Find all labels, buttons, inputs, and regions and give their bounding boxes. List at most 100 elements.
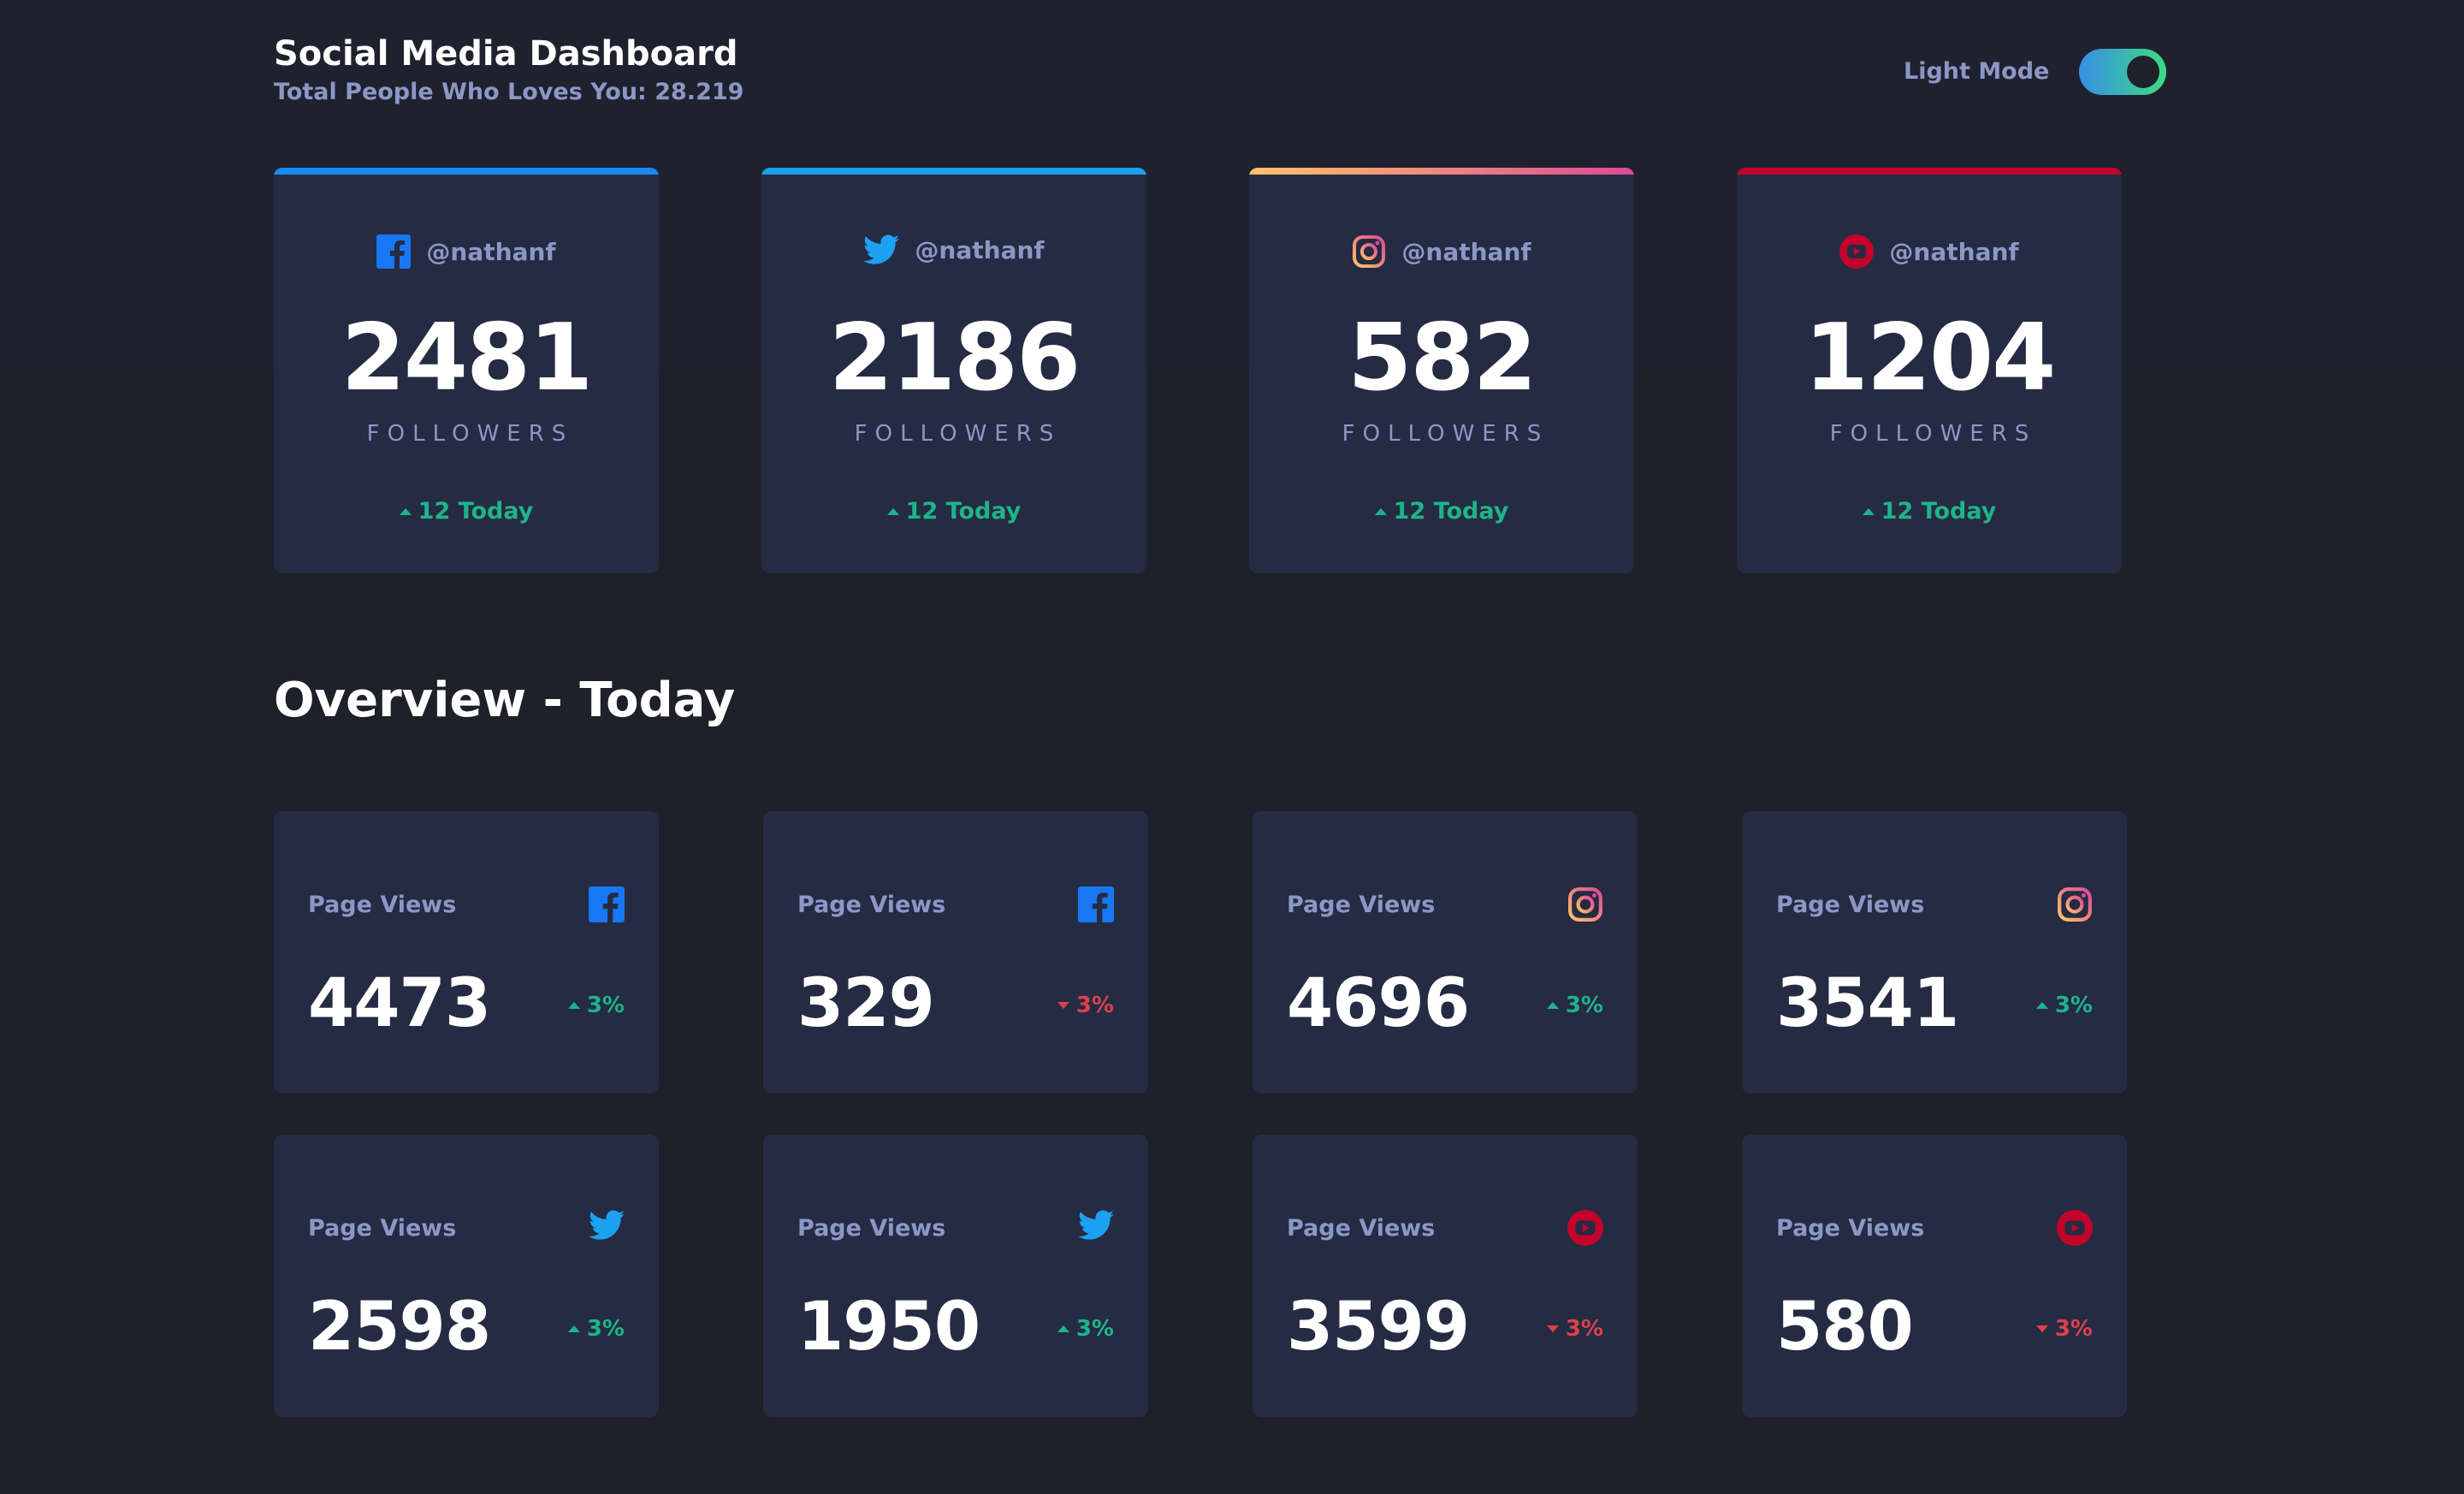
arrow-up-icon (1862, 507, 1875, 515)
youtube-icon (2057, 1210, 2093, 1246)
overview-card-instagram-views-2[interactable]: Page Views 3541 3% (1742, 811, 2127, 1094)
metric-change: 3% (567, 993, 625, 1018)
change-percent: 3% (586, 1316, 625, 1342)
arrow-up-icon (886, 507, 899, 515)
change-percent: 3% (2054, 993, 2093, 1018)
followers-label: FOLLOWERS (1342, 421, 1549, 447)
change-percent: 3% (1075, 993, 1114, 1018)
facebook-icon (376, 234, 412, 269)
card-handle-row: @nathanf (274, 234, 659, 269)
metric-value: 1950 (797, 1289, 980, 1366)
followers-label: FOLLOWERS (854, 421, 1062, 447)
card-handle-row: @nathanf (1737, 234, 2122, 269)
change-percent: 3% (586, 993, 625, 1018)
today-change: 12 Today (1249, 498, 1634, 525)
arrow-up-icon (1374, 507, 1387, 515)
metric-value: 580 (1776, 1289, 1914, 1366)
overview-card-twitter-views[interactable]: Page Views 2598 3% (274, 1135, 659, 1417)
overview-card-twitter-views-2[interactable]: Page Views 1950 3% (763, 1135, 1148, 1417)
theme-toggle[interactable] (2079, 49, 2166, 95)
today-text: 12 Today (1393, 498, 1509, 525)
metric-change: 3% (1546, 1316, 1603, 1342)
followers-label: FOLLOWERS (1829, 421, 2037, 447)
handle: @nathanf (1889, 237, 2019, 266)
card-handle-row: @nathanf (1249, 234, 1634, 269)
arrow-up-icon (2035, 1002, 2048, 1009)
arrow-up-icon (567, 1002, 580, 1009)
youtube-icon (1839, 234, 1875, 269)
follower-card-twitter[interactable]: @nathanf 2186 FOLLOWERS 12 Today (761, 168, 1146, 573)
today-text: 12 Today (418, 498, 534, 525)
twitter-icon (863, 234, 900, 265)
metric-label: Page Views (308, 1215, 457, 1242)
metric-change: 3% (2035, 993, 2093, 1018)
card-accent-bar (1737, 168, 2122, 175)
overview-card-facebook-views-2[interactable]: Page Views 329 3% (763, 811, 1148, 1094)
today-change: 12 Today (1737, 498, 2122, 525)
metric-change: 3% (1057, 1316, 1114, 1342)
metric-label: Page Views (1776, 892, 1925, 918)
card-accent-bar (1249, 168, 1634, 175)
metric-value: 4696 (1287, 965, 1470, 1042)
facebook-icon (589, 886, 625, 922)
light-mode-label: Light Mode (1904, 58, 2050, 85)
card-handle-row: @nathanf (761, 234, 1146, 265)
arrow-down-icon (1057, 1002, 1069, 1009)
instagram-icon (2057, 886, 2093, 922)
metric-label: Page Views (1776, 1215, 1925, 1242)
arrow-up-icon (399, 507, 412, 515)
metric-value: 329 (797, 965, 935, 1042)
arrow-up-icon (1057, 1325, 1069, 1332)
youtube-icon (1567, 1210, 1603, 1246)
metric-value: 4473 (308, 965, 491, 1042)
overview-card-instagram-views[interactable]: Page Views 4696 3% (1253, 811, 1638, 1094)
today-change: 12 Today (761, 498, 1146, 525)
overview-card-youtube-views[interactable]: Page Views 3599 3% (1253, 1135, 1638, 1417)
metric-label: Page Views (1287, 892, 1436, 918)
arrow-up-icon (1546, 1002, 1559, 1009)
follower-count: 2481 (341, 305, 594, 412)
metric-label: Page Views (308, 892, 457, 918)
change-percent: 3% (1565, 993, 1603, 1018)
change-percent: 3% (1075, 1316, 1114, 1342)
metric-label: Page Views (797, 1215, 946, 1242)
overview-card-facebook-views[interactable]: Page Views 4473 3% (274, 811, 659, 1094)
overview-card-youtube-views-2[interactable]: Page Views 580 3% (1742, 1135, 2127, 1417)
follower-card-instagram[interactable]: @nathanf 582 FOLLOWERS 12 Today (1249, 168, 1634, 573)
today-text: 12 Today (1881, 498, 1997, 525)
follower-card-facebook[interactable]: @nathanf 2481 FOLLOWERS 12 Today (274, 168, 659, 573)
metric-value: 3599 (1287, 1289, 1470, 1366)
dashboard: Social Media Dashboard Total People Who … (274, 0, 2190, 1494)
metric-value: 3541 (1776, 965, 1959, 1042)
instagram-icon (1352, 234, 1386, 269)
metric-change: 3% (1057, 993, 1114, 1018)
card-accent-bar (761, 168, 1146, 175)
card-accent-bar (274, 168, 659, 175)
handle: @nathanf (1401, 237, 1531, 266)
page-title: Social Media Dashboard (274, 34, 738, 74)
instagram-icon (1567, 886, 1603, 922)
total-followers-subtitle: Total People Who Loves You: 28.219 (274, 79, 744, 105)
overview-title: Overview - Today (274, 673, 736, 728)
handle: @nathanf (426, 237, 556, 266)
arrow-up-icon (567, 1325, 580, 1332)
today-text: 12 Today (905, 498, 1022, 525)
change-percent: 3% (2054, 1316, 2093, 1342)
followers-label: FOLLOWERS (366, 421, 574, 447)
follower-card-youtube[interactable]: @nathanf 1204 FOLLOWERS 12 Today (1737, 168, 2122, 573)
metric-value: 2598 (308, 1289, 491, 1366)
handle: @nathanf (915, 235, 1045, 264)
metric-change: 3% (1546, 993, 1603, 1018)
twitter-icon (1078, 1210, 1114, 1246)
twitter-icon (589, 1210, 625, 1246)
toggle-knob (2127, 56, 2159, 88)
arrow-down-icon (1546, 1325, 1559, 1332)
change-percent: 3% (1565, 1316, 1603, 1342)
follower-count: 582 (1348, 305, 1537, 412)
arrow-down-icon (2035, 1325, 2048, 1332)
metric-label: Page Views (1287, 1215, 1436, 1242)
metric-change: 3% (567, 1316, 625, 1342)
facebook-icon (1078, 886, 1114, 922)
follower-count: 2186 (828, 305, 1081, 412)
metric-label: Page Views (797, 892, 946, 918)
